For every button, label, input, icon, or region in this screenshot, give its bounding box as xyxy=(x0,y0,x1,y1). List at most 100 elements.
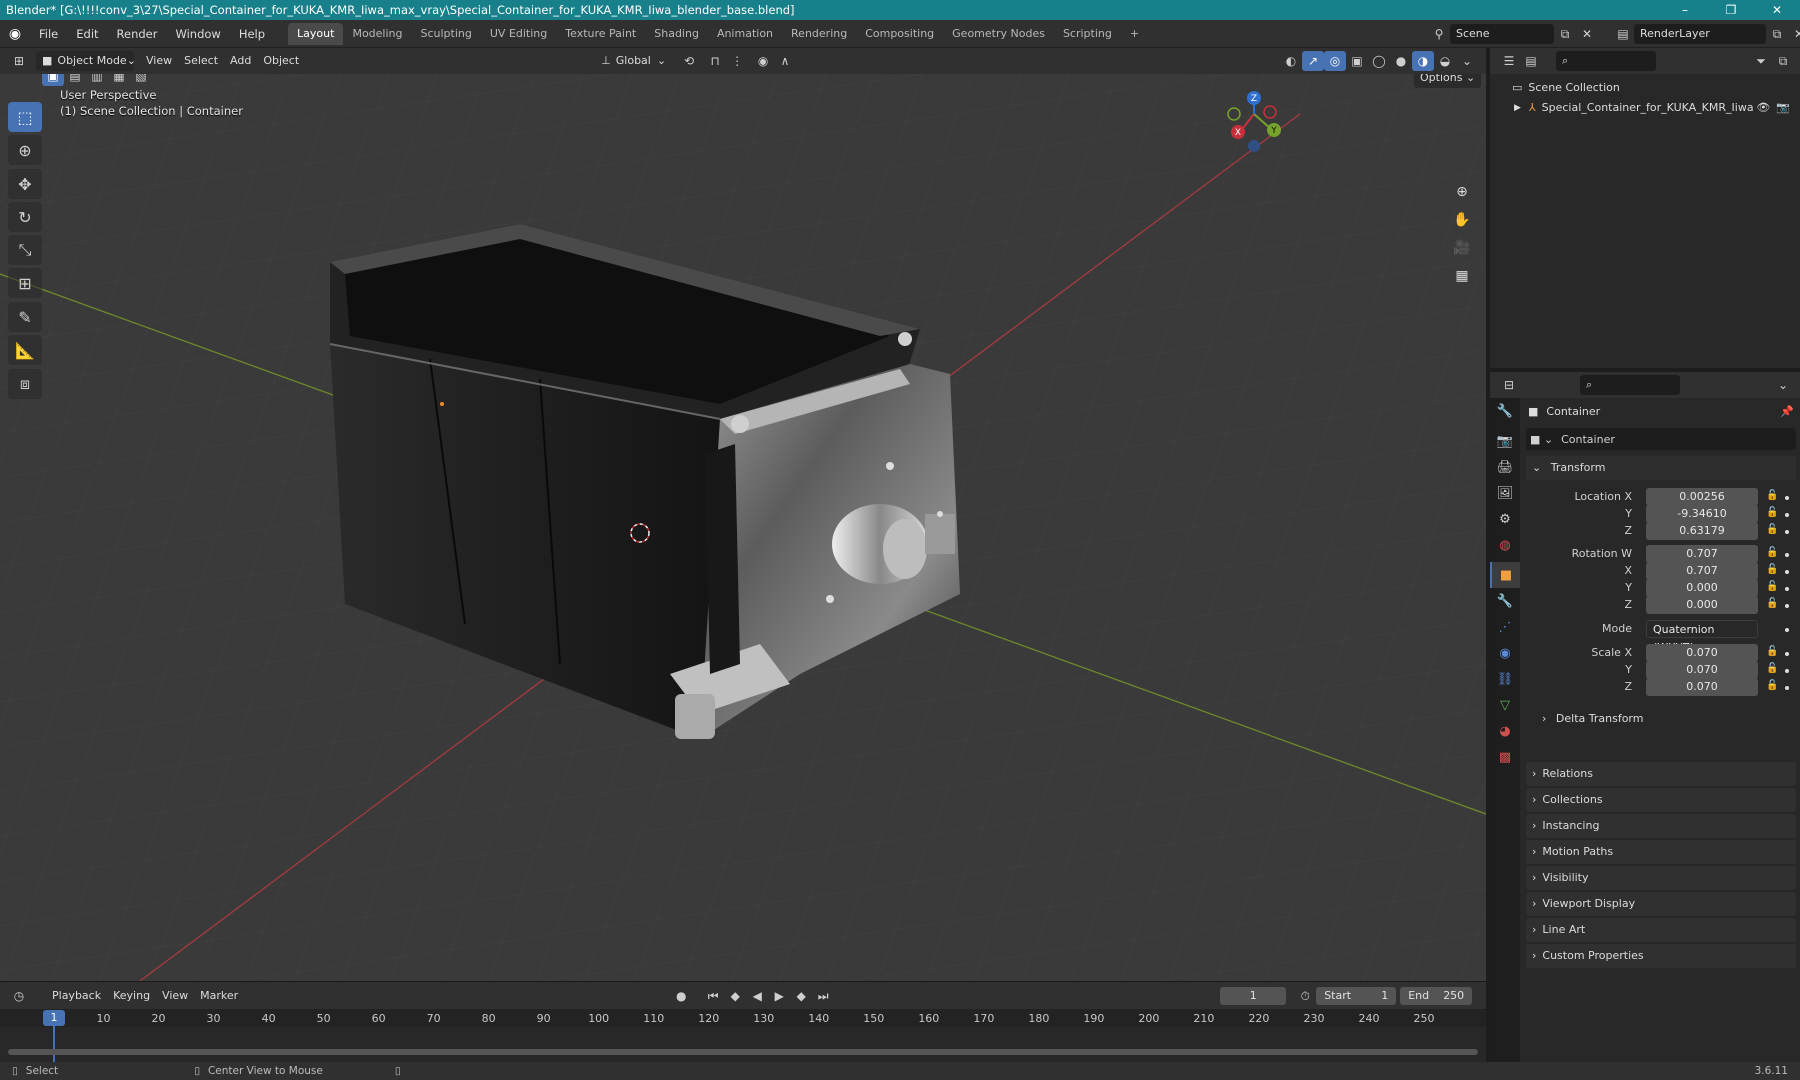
tab-shading[interactable]: Shading xyxy=(645,23,708,45)
tab-scripting[interactable]: Scripting xyxy=(1054,23,1121,45)
panel-collections[interactable]: › Collections xyxy=(1526,788,1796,812)
measure-tool-icon[interactable]: 📐 xyxy=(8,335,42,365)
lock-icon[interactable]: 🔓 xyxy=(1766,507,1778,518)
object-type-icon[interactable]: ■ ⌄ xyxy=(1530,433,1553,446)
lock-icon[interactable]: 🔓 xyxy=(1766,598,1778,609)
snap-icon[interactable]: ⊓ xyxy=(704,51,726,71)
keyframe-dot[interactable] xyxy=(1785,496,1789,500)
panel-motion-paths[interactable]: › Motion Paths xyxy=(1526,840,1796,864)
mode-dropdown[interactable]: ■ Object Mode ⌄ xyxy=(36,51,136,71)
lock-icon[interactable]: 🔓 xyxy=(1766,564,1778,575)
outliner-editor-icon[interactable]: ☰ xyxy=(1498,51,1520,71)
editor-type-icon[interactable]: ⊞ xyxy=(8,51,30,71)
start-frame-field[interactable]: Start 1 xyxy=(1316,986,1397,1005)
menu-edit[interactable]: Edit xyxy=(67,20,107,48)
new-scene-icon[interactable]: ⧉ xyxy=(1554,24,1576,44)
minimize-button[interactable]: – xyxy=(1662,0,1708,20)
play-icon[interactable]: ▶ xyxy=(768,986,790,1006)
keyframe-dot[interactable] xyxy=(1785,628,1789,632)
select-subtract-icon[interactable]: ▥ xyxy=(86,74,108,86)
rotation-mode-dropdown[interactable]: Quaternion (WXYZ) ⌄ xyxy=(1646,620,1758,654)
keyframe-dot[interactable] xyxy=(1785,652,1789,656)
menu-help[interactable]: Help xyxy=(230,20,274,48)
expand-arrow-icon[interactable]: ▶ xyxy=(1514,98,1521,118)
jump-end-icon[interactable]: ⏭ xyxy=(812,986,834,1006)
lock-icon[interactable]: 🔓 xyxy=(1766,663,1778,674)
menu-render[interactable]: Render xyxy=(108,20,167,48)
object-name-field[interactable]: ■ ⌄ Container xyxy=(1526,428,1796,450)
pan-hand-icon[interactable]: ✋ xyxy=(1448,206,1476,234)
move-tool-icon[interactable]: ✥ xyxy=(8,169,42,199)
material-tab-icon[interactable]: ◕ xyxy=(1490,718,1520,744)
world-tab-icon[interactable]: ◍ xyxy=(1490,532,1520,558)
proportional-edit-icon[interactable]: ◉ xyxy=(752,51,774,71)
playhead-line[interactable] xyxy=(53,1026,55,1062)
keyframe-dot[interactable] xyxy=(1785,530,1789,534)
particles-tab-icon[interactable]: ⋰ xyxy=(1490,614,1520,640)
stopwatch-icon[interactable]: ⏱ xyxy=(1294,986,1316,1006)
scale-tool-icon[interactable]: ⤡ xyxy=(8,235,42,265)
menu-file[interactable]: File xyxy=(30,20,67,48)
select-invert-icon[interactable]: ▦ xyxy=(108,74,130,86)
transform-tool-icon[interactable]: ⊞ xyxy=(8,268,42,298)
scene-tab-icon[interactable]: ⚙ xyxy=(1490,506,1520,532)
visibility-eye-icon[interactable]: 👁 xyxy=(1756,98,1770,118)
pivot-point-icon[interactable]: ⟲ xyxy=(678,51,700,71)
3d-viewport[interactable]: X Y Z ⬚ ⊕ ✥ ↻ ⤡ ⊞ ✎ 📐 ⧈ ▣ ▤ ▥ ▦ ▧ User P… xyxy=(0,74,1486,981)
properties-editor-icon[interactable]: ⊟ xyxy=(1498,375,1520,395)
delete-scene-icon[interactable]: ✕ xyxy=(1576,24,1598,44)
keyframe-dot[interactable] xyxy=(1785,570,1789,574)
keyframe-dot[interactable] xyxy=(1785,513,1789,517)
lock-icon[interactable]: 🔓 xyxy=(1766,547,1778,558)
tool-tab-icon[interactable]: 🔧 xyxy=(1490,398,1520,424)
tab-compositing[interactable]: Compositing xyxy=(856,23,943,45)
tab-rendering[interactable]: Rendering xyxy=(782,23,856,45)
perspective-toggle-icon[interactable]: ▦ xyxy=(1448,262,1476,290)
location-y-field[interactable]: -9.34610 xyxy=(1646,505,1758,523)
menu-add[interactable]: Add xyxy=(224,51,257,71)
tab-animation[interactable]: Animation xyxy=(708,23,782,45)
tab-sculpting[interactable]: Sculpting xyxy=(412,23,481,45)
outliner-search-input[interactable]: ⌕ xyxy=(1556,51,1656,71)
texture-tab-icon[interactable]: ▩ xyxy=(1490,744,1520,770)
gizmo-toggle-icon[interactable]: ↗ xyxy=(1302,51,1324,71)
transform-orientation-dropdown[interactable]: ⊥ Global ⌄ xyxy=(595,51,672,71)
scale-x-field[interactable]: 0.070 xyxy=(1646,644,1758,662)
tab-modeling[interactable]: Modeling xyxy=(343,23,411,45)
end-frame-field[interactable]: End 250 xyxy=(1400,986,1473,1005)
add-cube-tool-icon[interactable]: ⧈ xyxy=(8,369,42,399)
xray-icon[interactable]: ▣ xyxy=(1346,51,1368,71)
timeline-area[interactable]: 10 20 30 40 50 60 70 80 90 100 110 120 130 140 150 160 1… xyxy=(0,1009,1486,1062)
output-tab-icon[interactable]: 🖨 xyxy=(1490,454,1520,480)
close-button[interactable]: ✕ xyxy=(1754,0,1800,20)
visibility-selectability-icon[interactable]: ◐ xyxy=(1280,51,1302,71)
rotation-z-field[interactable]: 0.000 xyxy=(1646,596,1758,614)
location-z-field[interactable]: 0.63179 xyxy=(1646,522,1758,540)
object-tab-icon[interactable]: ■ xyxy=(1490,562,1520,588)
add-workspace-icon[interactable]: + xyxy=(1121,23,1148,45)
overlay-toggle-icon[interactable]: ◎ xyxy=(1324,51,1346,71)
pin-icon[interactable]: 📌 xyxy=(1780,401,1794,423)
rotation-y-field[interactable]: 0.000 xyxy=(1646,579,1758,597)
new-collection-icon[interactable]: ⧉ xyxy=(1772,51,1794,71)
lock-icon[interactable]: 🔓 xyxy=(1766,490,1778,501)
snap-target-icon[interactable]: ⋮ xyxy=(726,51,748,71)
lock-icon[interactable]: 🔓 xyxy=(1766,524,1778,535)
rendered-shading-icon[interactable]: ◒ xyxy=(1434,51,1456,71)
rotation-w-field[interactable]: 0.707 xyxy=(1646,545,1758,563)
solid-shading-icon[interactable]: ● xyxy=(1390,51,1412,71)
filter-icon[interactable]: ⏷ xyxy=(1750,51,1772,71)
menu-playback[interactable]: Playback xyxy=(46,986,107,1006)
lock-icon[interactable]: 🔓 xyxy=(1766,680,1778,691)
select-extend-icon[interactable]: ▤ xyxy=(64,74,86,86)
location-x-field[interactable]: 0.00256 xyxy=(1646,488,1758,506)
modifier-tab-icon[interactable]: 🔧 xyxy=(1490,588,1520,614)
view-layer-tab-icon[interactable]: 🖼 xyxy=(1490,480,1520,506)
menu-view[interactable]: View xyxy=(140,51,178,71)
tab-texture-paint[interactable]: Texture Paint xyxy=(556,23,645,45)
shading-options-icon[interactable]: ⌄ xyxy=(1456,51,1478,71)
keyframe-dot[interactable] xyxy=(1785,604,1789,608)
panel-visibility[interactable]: › Visibility xyxy=(1526,866,1796,890)
menu-select[interactable]: Select xyxy=(178,51,224,71)
properties-options-icon[interactable]: ⌄ xyxy=(1772,375,1794,395)
